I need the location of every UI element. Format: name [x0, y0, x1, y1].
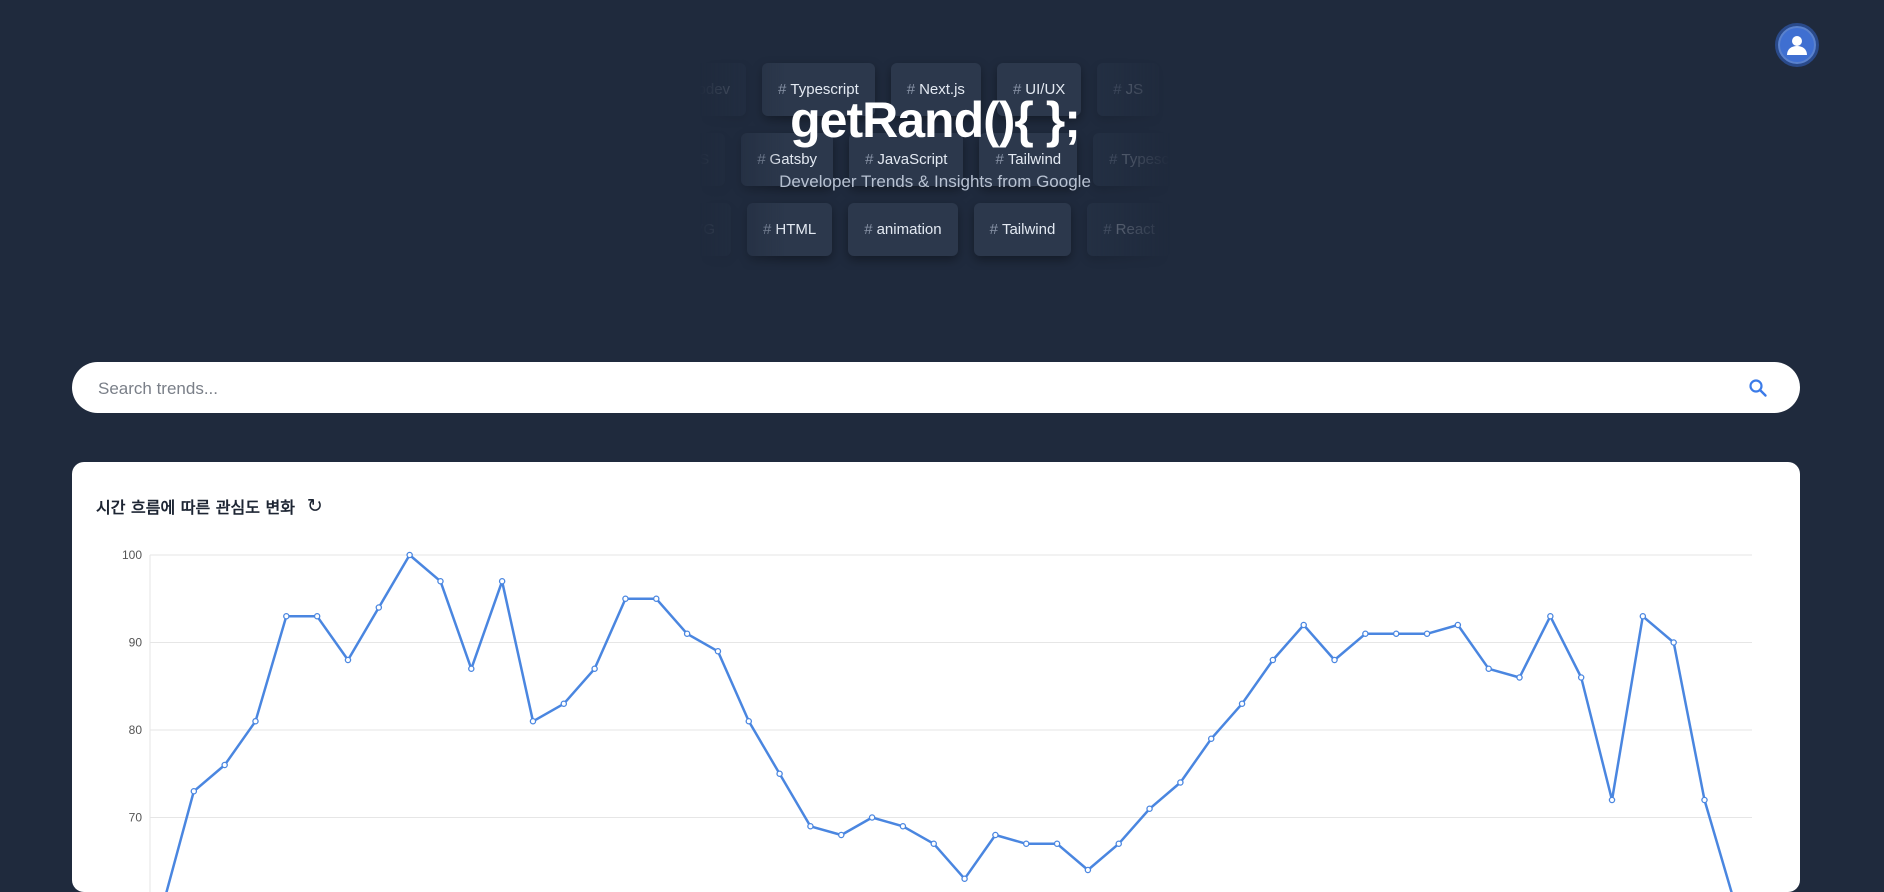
- hashtag-chip[interactable]: # React: [1087, 203, 1170, 256]
- trend-chart-card: 100 90 80 70 시간 흐름에 따른 관심도 변화 ↻: [72, 462, 1800, 892]
- data-point[interactable]: [1516, 674, 1523, 681]
- data-point[interactable]: [344, 656, 352, 664]
- data-point[interactable]: [1577, 674, 1585, 681]
- data-point[interactable]: [683, 630, 691, 637]
- hash-icon: #: [864, 221, 873, 238]
- data-point[interactable]: [653, 595, 660, 602]
- search-input[interactable]: [96, 362, 1720, 415]
- tag-row: #SVG#HTML#animation#Tailwind#React: [700, 203, 1170, 256]
- data-point[interactable]: [1238, 700, 1246, 707]
- chart-card-header: 시간 흐름에 따른 관심도 변화 ↻: [96, 494, 323, 518]
- y-tick-label: 100: [122, 548, 142, 562]
- data-point[interactable]: [1362, 630, 1369, 637]
- hashtag-chip[interactable]: #SVG: [700, 203, 732, 256]
- hashtag-label: Tailwind: [1001, 221, 1056, 238]
- series-line: [165, 553, 1733, 892]
- data-point[interactable]: [1269, 656, 1277, 664]
- y-tick-label: 80: [129, 723, 143, 737]
- user-avatar-button[interactable]: [1775, 23, 1819, 67]
- data-point[interactable]: [807, 822, 814, 830]
- hash-icon: #: [1103, 221, 1112, 238]
- data-point[interactable]: [1392, 630, 1400, 637]
- data-point[interactable]: [190, 787, 198, 795]
- data-point[interactable]: [1423, 630, 1431, 637]
- data-point[interactable]: [375, 604, 383, 611]
- trend-line-chart: 100 90 80 70: [122, 548, 1752, 892]
- site-title: getRand(){ };: [790, 92, 1081, 148]
- data-point[interactable]: [283, 612, 290, 620]
- hashtag-label: animation: [876, 221, 942, 238]
- hashtag-label: HTML: [775, 221, 817, 238]
- data-point[interactable]: [1485, 665, 1492, 672]
- data-point[interactable]: [838, 831, 845, 839]
- search-bar: [72, 362, 1800, 415]
- data-point[interactable]: [1331, 656, 1338, 664]
- data-point[interactable]: [1146, 805, 1153, 812]
- hashtag-chip[interactable]: # HTML: [747, 203, 833, 256]
- data-point[interactable]: [560, 700, 568, 707]
- data-point[interactable]: [1454, 621, 1462, 629]
- hashtag-label: SVG: [700, 221, 716, 238]
- data-point[interactable]: [1608, 796, 1616, 804]
- search-icon: [1749, 379, 1767, 397]
- data-point[interactable]: [406, 551, 413, 559]
- data-point[interactable]: [714, 647, 722, 655]
- data-point[interactable]: [591, 665, 598, 672]
- site-subtitle: Developer Trends & Insights from Google: [779, 172, 1091, 191]
- hashtag-label: Typescript: [1121, 151, 1170, 168]
- hashtag-label: Tailwind: [1007, 151, 1062, 168]
- chart-title: 시간 흐름에 따른 관심도 변화: [96, 498, 295, 517]
- hash-icon: #: [757, 151, 766, 168]
- search-button[interactable]: [1744, 374, 1772, 402]
- hash-icon: #: [763, 221, 772, 238]
- data-point[interactable]: [468, 665, 475, 672]
- data-point[interactable]: [437, 578, 444, 585]
- hash-icon: #: [989, 221, 998, 238]
- hero-banner: #webdev#Typescript#Next.js#UI/UX#JS#CSS#…: [700, 55, 1170, 270]
- data-point[interactable]: [868, 814, 876, 821]
- refresh-icon[interactable]: ↻: [307, 495, 323, 517]
- data-point[interactable]: [622, 595, 629, 602]
- data-point[interactable]: [1639, 612, 1647, 620]
- hashtag-label: React: [1115, 221, 1155, 238]
- data-point[interactable]: [313, 612, 321, 620]
- data-point[interactable]: [961, 875, 968, 882]
- data-point[interactable]: [899, 822, 907, 830]
- y-tick-label: 70: [129, 811, 143, 825]
- hashtag-label: CSS: [700, 151, 710, 168]
- data-point[interactable]: [776, 770, 783, 777]
- data-point[interactable]: [930, 840, 938, 847]
- hash-icon: #: [995, 151, 1004, 168]
- data-point[interactable]: [1547, 612, 1554, 620]
- data-point[interactable]: [252, 717, 259, 725]
- data-point[interactable]: [1670, 639, 1677, 646]
- data-point[interactable]: [1207, 735, 1215, 742]
- hash-icon: #: [1109, 151, 1118, 168]
- data-point[interactable]: [992, 831, 999, 839]
- data-point[interactable]: [1053, 840, 1061, 847]
- data-point[interactable]: [1084, 866, 1092, 874]
- y-tick-label: 90: [129, 636, 143, 650]
- hashtag-chip[interactable]: # Tailwind: [973, 203, 1072, 256]
- hashtag-chip[interactable]: # animation: [848, 203, 958, 256]
- data-point[interactable]: [1115, 840, 1122, 847]
- data-point[interactable]: [1701, 796, 1708, 804]
- data-point[interactable]: [1300, 621, 1307, 629]
- data-point[interactable]: [745, 717, 753, 725]
- hashtag-label: Gatsby: [769, 151, 818, 168]
- data-point[interactable]: [221, 761, 228, 769]
- data-point[interactable]: [529, 717, 537, 725]
- data-point[interactable]: [498, 578, 506, 585]
- user-icon: [1787, 36, 1807, 55]
- hash-icon: #: [865, 151, 874, 168]
- hashtag-label: JavaScript: [877, 151, 948, 168]
- data-point[interactable]: [1177, 779, 1184, 786]
- data-point[interactable]: [1022, 840, 1030, 847]
